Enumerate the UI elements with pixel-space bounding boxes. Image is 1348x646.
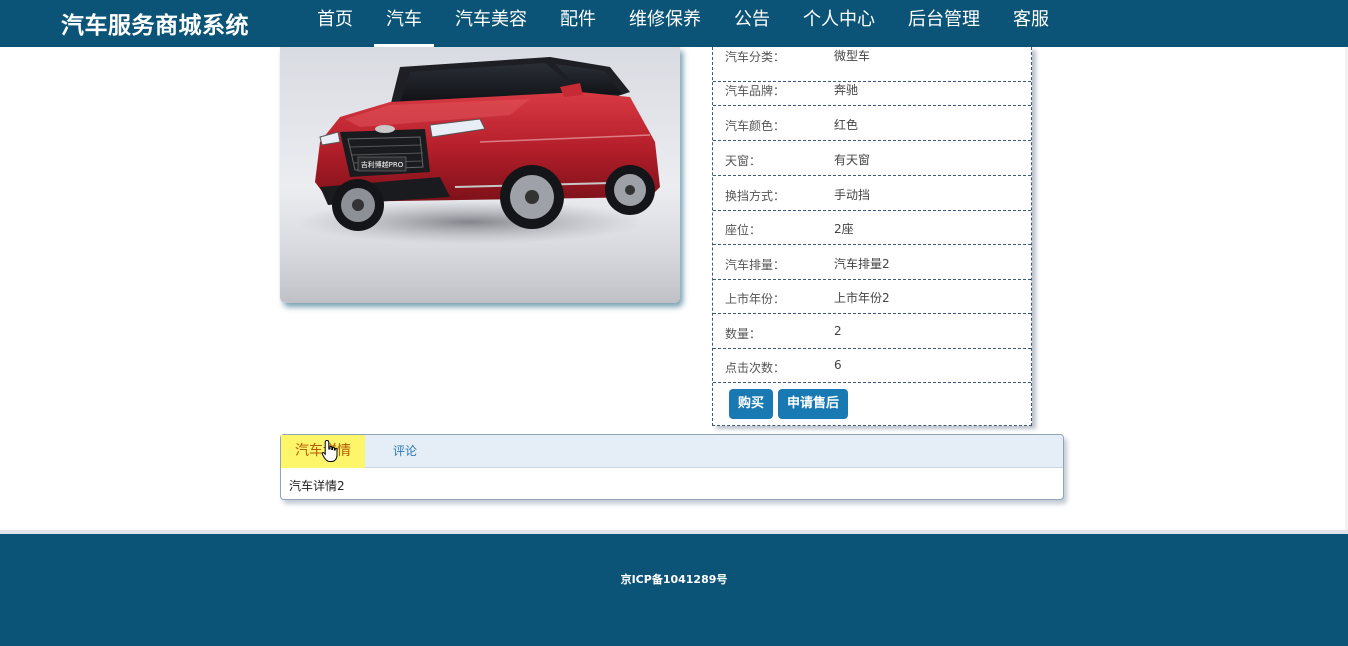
tab-content-text: 汽车详情2 bbox=[289, 479, 345, 493]
main-nav: 首页 汽车 汽车美容 配件 维修保养 公告 个人中心 后台管理 客服 bbox=[305, 0, 1070, 47]
top-navbar: 汽车服务商城系统 首页 汽车 汽车美容 配件 维修保养 公告 个人中心 后台管理… bbox=[0, 0, 1348, 47]
spec-row-color: 汽车颜色： 红色 bbox=[713, 106, 1031, 141]
nav-parts[interactable]: 配件 bbox=[548, 0, 608, 47]
tab-comments[interactable]: 评论 bbox=[393, 435, 417, 468]
icp-license: 京ICP备1041289号 bbox=[620, 573, 728, 586]
car-spec-table: 汽车分类： 微型车 汽车品牌： 奔驰 汽车颜色： 红色 天窗： 有天窗 换挡方式… bbox=[712, 47, 1032, 426]
spec-row-transmission: 换挡方式： 手动挡 bbox=[713, 176, 1031, 211]
nav-announcements[interactable]: 公告 bbox=[722, 0, 782, 47]
tab-bar: 汽车详情 评论 bbox=[281, 435, 1063, 468]
nav-cars[interactable]: 汽车 bbox=[374, 0, 434, 47]
nav-admin[interactable]: 后台管理 bbox=[896, 0, 992, 47]
spec-row-seats: 座位： 2座 bbox=[713, 210, 1031, 245]
spec-row-brand: 汽车品牌： 奔驰 bbox=[713, 71, 1031, 106]
nav-maintenance[interactable]: 维修保养 bbox=[617, 0, 713, 47]
spec-row-quantity: 数量： 2 bbox=[713, 314, 1031, 349]
nav-customer-service[interactable]: 客服 bbox=[1001, 0, 1061, 47]
spec-row-year: 上市年份： 上市年份2 bbox=[713, 279, 1031, 314]
hand-cursor-icon bbox=[321, 439, 338, 462]
spec-row-sunroof: 天窗： 有天窗 bbox=[713, 141, 1031, 176]
buy-button[interactable]: 购买 bbox=[729, 389, 774, 419]
page-footer: 京ICP备1041289号 bbox=[0, 534, 1348, 646]
nav-user-center[interactable]: 个人中心 bbox=[791, 0, 887, 47]
spec-row-displacement: 汽车排量： 汽车排量2 bbox=[713, 245, 1031, 280]
nav-home[interactable]: 首页 bbox=[305, 0, 365, 47]
plate-text: 吉利博越PRO bbox=[361, 160, 404, 169]
site-brand[interactable]: 汽车服务商城系统 bbox=[61, 6, 249, 40]
after-sales-button[interactable]: 申请售后 bbox=[778, 389, 849, 419]
car-photo: 吉利博越PRO bbox=[280, 47, 680, 303]
detail-tabs-panel: 汽车详情 评论 汽车详情2 bbox=[280, 434, 1064, 500]
spec-row-clicks: 点击次数： 6 bbox=[713, 348, 1031, 383]
nav-car-beauty[interactable]: 汽车美容 bbox=[443, 0, 539, 47]
